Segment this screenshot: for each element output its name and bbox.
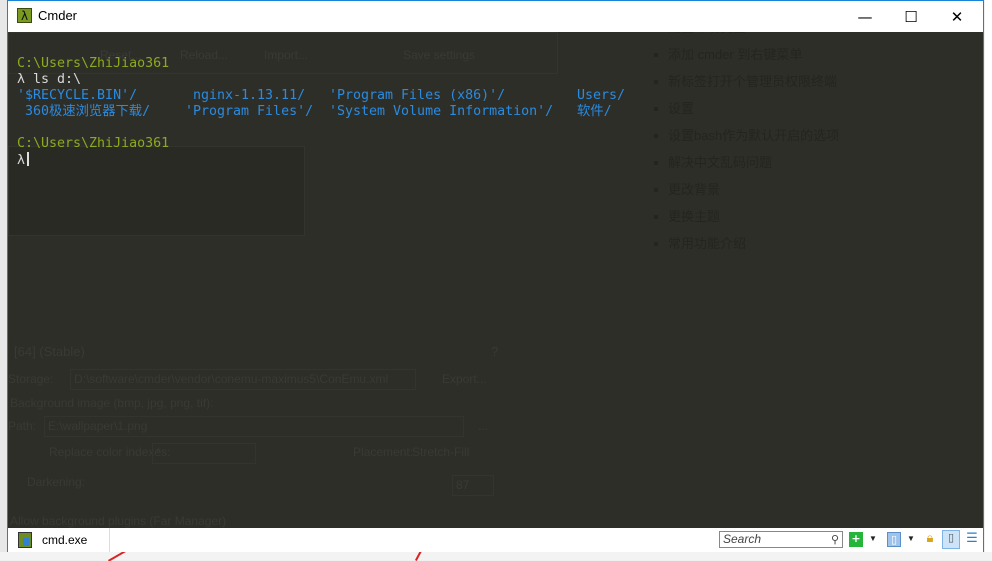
ghost-toc-item: 设置bash作为默认开启的选项 [648, 122, 839, 149]
ghost-export: Export... [442, 372, 487, 386]
minimize-button[interactable]: — [842, 1, 888, 32]
desktop-background-bottom [0, 552, 992, 560]
ghost-path-value: E:\wallpaper\1.png [48, 419, 148, 433]
chevron-down-icon[interactable]: ▼ [907, 534, 915, 543]
ghost-save: Save settings [403, 48, 476, 62]
terminal-output: C:\Users\ZhiJiao361 λ ls d:\ '$RECYCLE.B… [17, 56, 625, 168]
prompt-path: C:\Users\ZhiJiao361 [17, 136, 170, 151]
lambda-prompt: λ [17, 153, 26, 168]
command-line[interactable]: λ [17, 152, 169, 168]
ghost-bg-image: Background image (bmp, jpg, png, tif): [10, 396, 214, 410]
ghost-toc: 配置环境变量 添加 cmder 到右键菜单 新标签打开个管理员权限终端 设置 设… [648, 32, 839, 257]
text-cursor [27, 152, 30, 166]
chevron-down-icon[interactable]: ▼ [869, 534, 877, 543]
cmd-icon [18, 532, 32, 548]
tab-label: cmd.exe [42, 533, 88, 547]
terminal-area[interactable]: Reset... Reload... Import... Save settin… [8, 32, 983, 528]
close-button[interactable]: ✕ [934, 1, 980, 32]
command-text: ls d:\ [33, 72, 82, 87]
ghost-browse: ... [478, 419, 489, 433]
ghost-storage-value: D:\software\cmder\vendor\conemu-maximus5… [74, 372, 389, 386]
ghost-storage-label: Storage: [8, 372, 54, 386]
listing-row: 360极速浏览器下载/ 'Program Files'/ 'System Vol… [17, 104, 612, 120]
command-line: λ ls d:\ [17, 72, 169, 88]
ghost-help: ? [491, 344, 499, 359]
ghost-plugins: Allow background plugins (Far Manager) [10, 514, 227, 528]
ghost-placement-label: Placement: [353, 445, 414, 459]
ghost-replace-value: * [156, 445, 161, 459]
dir-entry: 'Program Files (x86)'/ [329, 88, 506, 103]
lambda-prompt: λ [17, 72, 26, 87]
lambda-app-icon: λ [17, 8, 32, 23]
ghost-toc-item: 解决中文乱码问题 [648, 149, 839, 176]
ghost-reload: Reload... [180, 48, 229, 62]
dir-entry: nginx-1.13.11/ [193, 88, 306, 103]
ghost-darkening-value: 87 [456, 478, 470, 492]
search-icon: ⚲ [830, 534, 839, 546]
ghost-toc-item: 常用功能介绍 [648, 230, 839, 257]
menu-icon[interactable]: ☰ [965, 532, 979, 547]
search-placeholder: Search [723, 532, 762, 546]
ghost-replace-field [152, 443, 256, 464]
plus-icon[interactable]: + [849, 532, 863, 547]
dir-entry: Users/ [577, 88, 626, 103]
lock-icon[interactable]: 🔒︎ [923, 532, 937, 547]
ghost-import: Import... [264, 48, 309, 62]
split-icon[interactable]: ▯ [887, 532, 901, 547]
ghost-toc-item: 添加 cmder 到右键菜单 [648, 41, 839, 68]
desktop-background-right [985, 0, 992, 560]
title-bar[interactable]: λ Cmder — ☐ ✕ [8, 1, 983, 32]
listing-row: '$RECYCLE.BIN'/ nginx-1.13.11/ 'Program … [17, 88, 625, 104]
window-title: Cmder [38, 8, 78, 23]
ghost-toc-item: 更改背景 [648, 176, 839, 203]
dir-entry: '$RECYCLE.BIN'/ [17, 88, 138, 103]
status-bar: cmd.exe Search ⚲ + ▼ ▯ ▼ 🔒︎ ▯ ☰ [8, 528, 983, 552]
ghost-toc-item: 更换主题 [648, 203, 839, 230]
ghost-darkening-label: Darkening: [27, 475, 86, 489]
dir-entry: 'System Volume Information'/ [329, 104, 554, 119]
ghost-path-label: Path: [8, 419, 37, 433]
ghost-toc-item: 新标签打开个管理员权限终端 [648, 68, 839, 95]
ghost-toc-item: 设置 [648, 95, 839, 122]
panel-toggle-icon[interactable]: ▯ [942, 530, 960, 549]
cmder-window: λ Cmder — ☐ ✕ Reset... Reload... Import.… [7, 0, 984, 552]
search-input[interactable]: Search ⚲ [719, 531, 843, 548]
dir-entry: 软件/ [577, 104, 612, 119]
dir-entry: 360极速浏览器下载/ [17, 104, 151, 119]
ghost-placement-value: Stretch-Fill [412, 445, 470, 459]
prompt-path: C:\Users\ZhiJiao361 [17, 56, 170, 71]
maximize-button[interactable]: ☐ [888, 1, 934, 32]
console-tab[interactable]: cmd.exe [12, 528, 110, 552]
ghost-toc-item: 配置环境变量 [648, 32, 839, 41]
ghost-dialog-title: [64] (Stable) [14, 344, 85, 359]
dir-entry: 'Program Files'/ [185, 104, 314, 119]
